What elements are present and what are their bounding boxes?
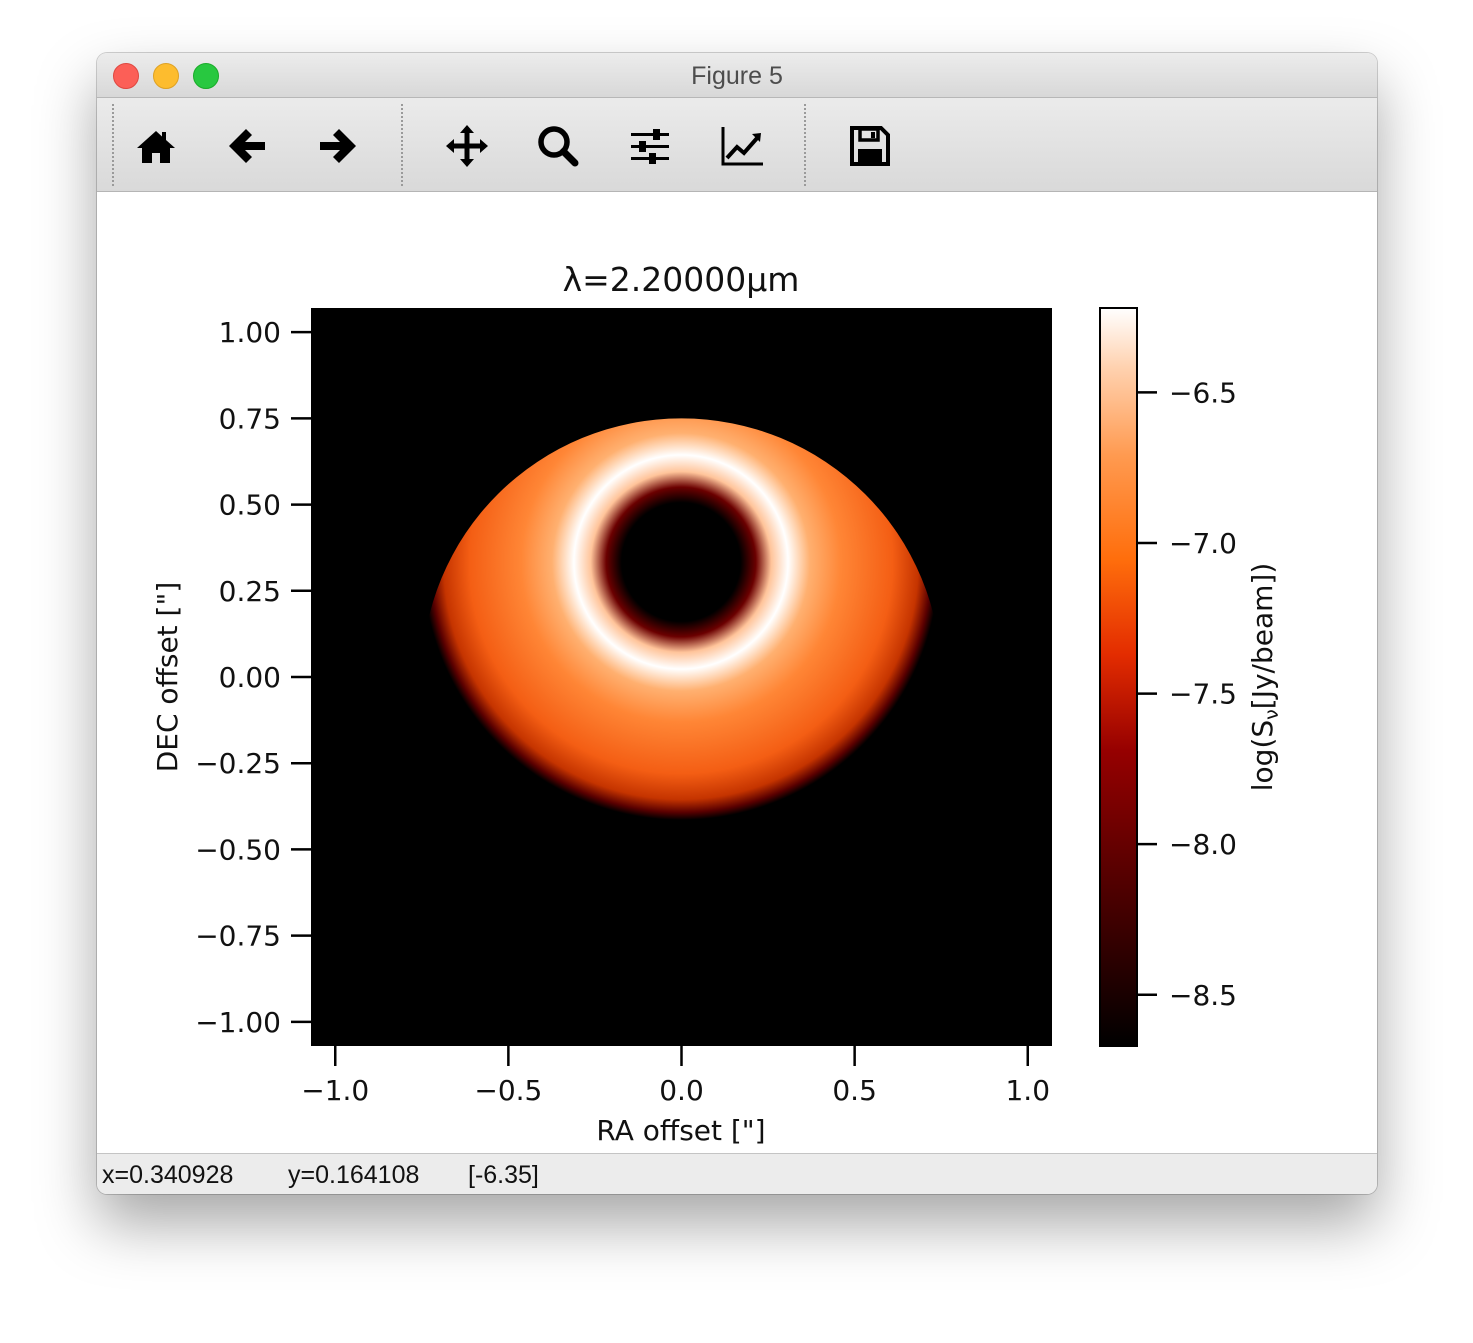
colorbar: −6.5 −7.0 −7.5 −8.0 −8.5 log(Sν[Jy/beam])	[1099, 307, 1283, 1047]
home-icon	[137, 131, 175, 163]
zoom-button[interactable]	[532, 120, 584, 172]
figure-window: Figure 5 λ=2.20000μm −1.0 −0.5 0.0 0.5 1…	[97, 53, 1377, 1194]
x-tick-label: −1.0	[301, 1074, 369, 1107]
line-chart-icon	[721, 127, 763, 166]
arrow-left-icon	[229, 129, 265, 163]
y-tick-label: −0.25	[195, 747, 281, 780]
x-tick-label: 1.0	[1005, 1074, 1050, 1107]
y-tick-label: 0.25	[219, 575, 281, 608]
ring-emission	[421, 418, 942, 936]
colorbar-ticks: −6.5 −7.0 −7.5 −8.0 −8.5	[1137, 376, 1237, 1012]
plot-title: λ=2.20000μm	[563, 260, 800, 299]
status-bar: x=0.340928 y=0.164108 [-6.35]	[97, 1153, 1377, 1194]
configure-subplots-button[interactable]	[624, 120, 676, 172]
cursor-x-readout: x=0.340928	[102, 1161, 234, 1189]
pixel-value-readout: [-6.35]	[468, 1161, 539, 1189]
title-bar[interactable]: Figure 5	[97, 53, 1377, 98]
toolbar-grip[interactable]	[112, 104, 114, 186]
window-title: Figure 5	[691, 62, 783, 90]
y-axis-label: DEC offset ["]	[151, 582, 184, 773]
y-tick-label: 0.00	[219, 661, 281, 694]
colorbar-tick-label: −8.0	[1169, 828, 1237, 861]
x-tick-label: 0.0	[659, 1074, 704, 1107]
colorbar-tick-label: −7.0	[1169, 527, 1237, 560]
home-button[interactable]	[130, 120, 182, 172]
y-tick-label: 0.50	[219, 489, 281, 522]
cursor-y-readout: y=0.164108	[288, 1161, 420, 1189]
sliders-icon	[631, 129, 669, 164]
arrow-right-icon	[320, 129, 356, 163]
x-axis: −1.0 −0.5 0.0 0.5 1.0	[301, 1046, 1050, 1107]
y-tick-label: −0.75	[195, 920, 281, 953]
magnifier-icon	[538, 126, 579, 167]
x-tick-label: 0.5	[832, 1074, 877, 1107]
y-axis: 1.00 0.75 0.50 0.25 0.00 −0.25 −0.50 −0.75 −1.00	[195, 316, 311, 1039]
y-tick-label: 1.00	[219, 316, 281, 349]
floppy-disk-icon	[850, 126, 890, 166]
toolbar-separator	[401, 104, 403, 186]
back-button[interactable]	[221, 120, 273, 172]
figure-canvas[interactable]: λ=2.20000μm −1.0 −0.5 0.0 0.5 1.0 1.00 0.75 0.…	[97, 192, 1377, 1152]
save-figure-button[interactable]	[844, 120, 896, 172]
pan-button[interactable]	[441, 120, 493, 172]
image-axes[interactable]: −1.0 −0.5 0.0 0.5 1.0 1.00 0.75 0.50 0.25 0.00 −0…	[195, 308, 1052, 1107]
toolbar-separator	[804, 104, 806, 186]
move-icon	[446, 125, 488, 167]
colorbar-tick-label: −7.5	[1169, 678, 1237, 711]
colorbar-gradient	[1099, 307, 1138, 1047]
y-tick-label: −0.50	[195, 833, 281, 866]
forward-button[interactable]	[312, 120, 364, 172]
x-tick-label: −0.5	[474, 1074, 542, 1107]
navigation-toolbar	[97, 98, 1377, 192]
x-axis-label: RA offset ["]	[596, 1114, 765, 1147]
edit-axis-button[interactable]	[716, 120, 768, 172]
colorbar-label: log(Sν[Jy/beam])	[1246, 563, 1283, 791]
colorbar-tick-label: −6.5	[1169, 376, 1237, 409]
y-tick-label: −1.00	[195, 1006, 281, 1039]
colorbar-tick-label: −8.5	[1169, 979, 1237, 1012]
y-tick-label: 0.75	[219, 402, 281, 435]
